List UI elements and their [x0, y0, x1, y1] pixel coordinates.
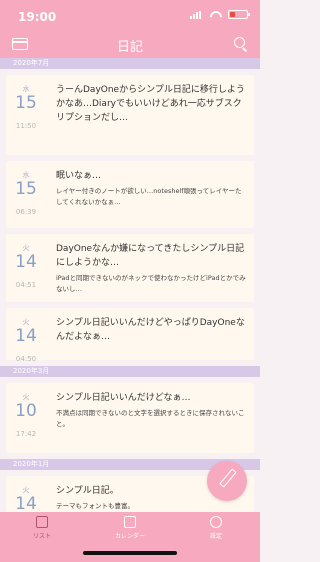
entry-body: レイヤー付きのノートが欲しい…noteshelf頑張ってレイヤーたしてくれないか…: [56, 187, 242, 206]
entry-date: 火 14 04:50: [6, 308, 46, 363]
entry-time: 06:39: [15, 208, 37, 216]
entry-date: 水 15 11:50: [6, 75, 46, 130]
entry-list[interactable]: 2020年7月 水 15 11:50 うーんDayOneからシンプル日記に移行し…: [0, 58, 260, 512]
tab-calendar-label: カレンダー: [114, 533, 145, 540]
entry-body: テーマもフォントも豊富。 日本製アプリ。: [56, 502, 134, 510]
entry-card[interactable]: 水 15 11:50 うーんDayOneからシンプル日記に移行しようかなあ…Di…: [6, 75, 254, 155]
entry-time: 04:51: [15, 281, 37, 289]
gear-icon: [210, 516, 222, 528]
tab-list-label: リスト: [32, 533, 51, 540]
tab-calendar[interactable]: カレンダー: [100, 516, 160, 540]
wifi-icon: [210, 11, 222, 19]
entry-time: 11:50: [15, 122, 37, 130]
entry-time: 04:50: [15, 355, 37, 363]
entry-content: シンプル日記いいんだけどやっぱりDayOneなんだよなぁ…: [56, 308, 254, 344]
battery-icon: [228, 10, 250, 19]
entry-date: 水 15 06:39: [6, 161, 46, 216]
entry-day: 15: [15, 179, 37, 199]
entry-day: 15: [15, 93, 37, 113]
entry-title: DayOneなんか嫌になってきたしシンプル日記にしようかな…: [56, 244, 245, 268]
entry-title: うーんDayOneからシンプル日記に移行しようかなあ…Diaryでもいいけどあれ…: [56, 85, 245, 123]
search-icon[interactable]: [234, 37, 248, 51]
entry-content: うーんDayOneからシンプル日記に移行しようかなあ…Diaryでもいいけどあれ…: [56, 75, 254, 125]
tab-settings[interactable]: 設定: [186, 516, 246, 540]
entry-time: 17:42: [15, 430, 37, 438]
entry-card[interactable]: 水 15 06:39 眠いなぁ… レイヤー付きのノートが欲しい…noteshel…: [6, 161, 254, 228]
entry-day: 14: [15, 252, 37, 272]
entry-card[interactable]: 火 14 04:51 DayOneなんか嫌になってきたしシンプル日記にしようかな…: [6, 234, 254, 302]
page-title: 日記: [116, 40, 143, 55]
list-icon: [36, 516, 48, 528]
entry-content: シンプル日記いいんだけどなぁ… 不満点は同期できないのと文字を選択するときに保存…: [56, 383, 254, 430]
section-header: 2020年3月: [0, 366, 260, 377]
home-indicator: [83, 551, 177, 555]
entry-date: 火 10 17:42: [6, 383, 46, 438]
entry-card[interactable]: 火 10 17:42 シンプル日記いいんだけどなぁ… 不満点は同期できないのと文…: [6, 383, 254, 453]
tab-settings-label: 設定: [209, 533, 222, 540]
entry-content: 眠いなぁ… レイヤー付きのノートが欲しい…noteshelf頑張ってレイヤーたし…: [56, 161, 254, 208]
status-time: 19:00: [18, 10, 57, 24]
entry-date: 火 14 04:51: [6, 234, 46, 289]
compose-button[interactable]: [207, 461, 247, 501]
status-icons: [190, 10, 250, 19]
entry-body: 不満点は同期できないのと文字を選択するときに保存されないこと。: [56, 409, 245, 428]
entry-body: iPadと同期できないのがネックで使わなかったけどiPadとかでみないし…: [56, 274, 246, 293]
pencil-icon: [219, 468, 237, 488]
entry-card[interactable]: 火 14 04:50 シンプル日記いいんだけどやっぱりDayOneなんだよなぁ…: [6, 308, 254, 363]
calendar-tab-icon: [124, 516, 136, 528]
entry-content: DayOneなんか嫌になってきたしシンプル日記にしようかな… iPadと同期でき…: [56, 234, 254, 295]
signal-icon: [190, 10, 204, 19]
section-header: 2020年7月: [0, 58, 260, 69]
top-bar: 19:00 日記: [0, 0, 260, 58]
entry-date: 火 14: [6, 476, 46, 512]
entry-day: 14: [15, 494, 37, 513]
entry-title: 眠いなぁ…: [56, 171, 102, 181]
entry-title: シンプル日記いいんだけどやっぱりDayOneなんだよなぁ…: [56, 318, 245, 342]
entry-title: シンプル日記いいんだけどなぁ…: [56, 393, 191, 403]
tab-list[interactable]: リスト: [12, 516, 72, 540]
entry-day: 10: [15, 401, 37, 421]
entry-day: 14: [15, 326, 37, 346]
